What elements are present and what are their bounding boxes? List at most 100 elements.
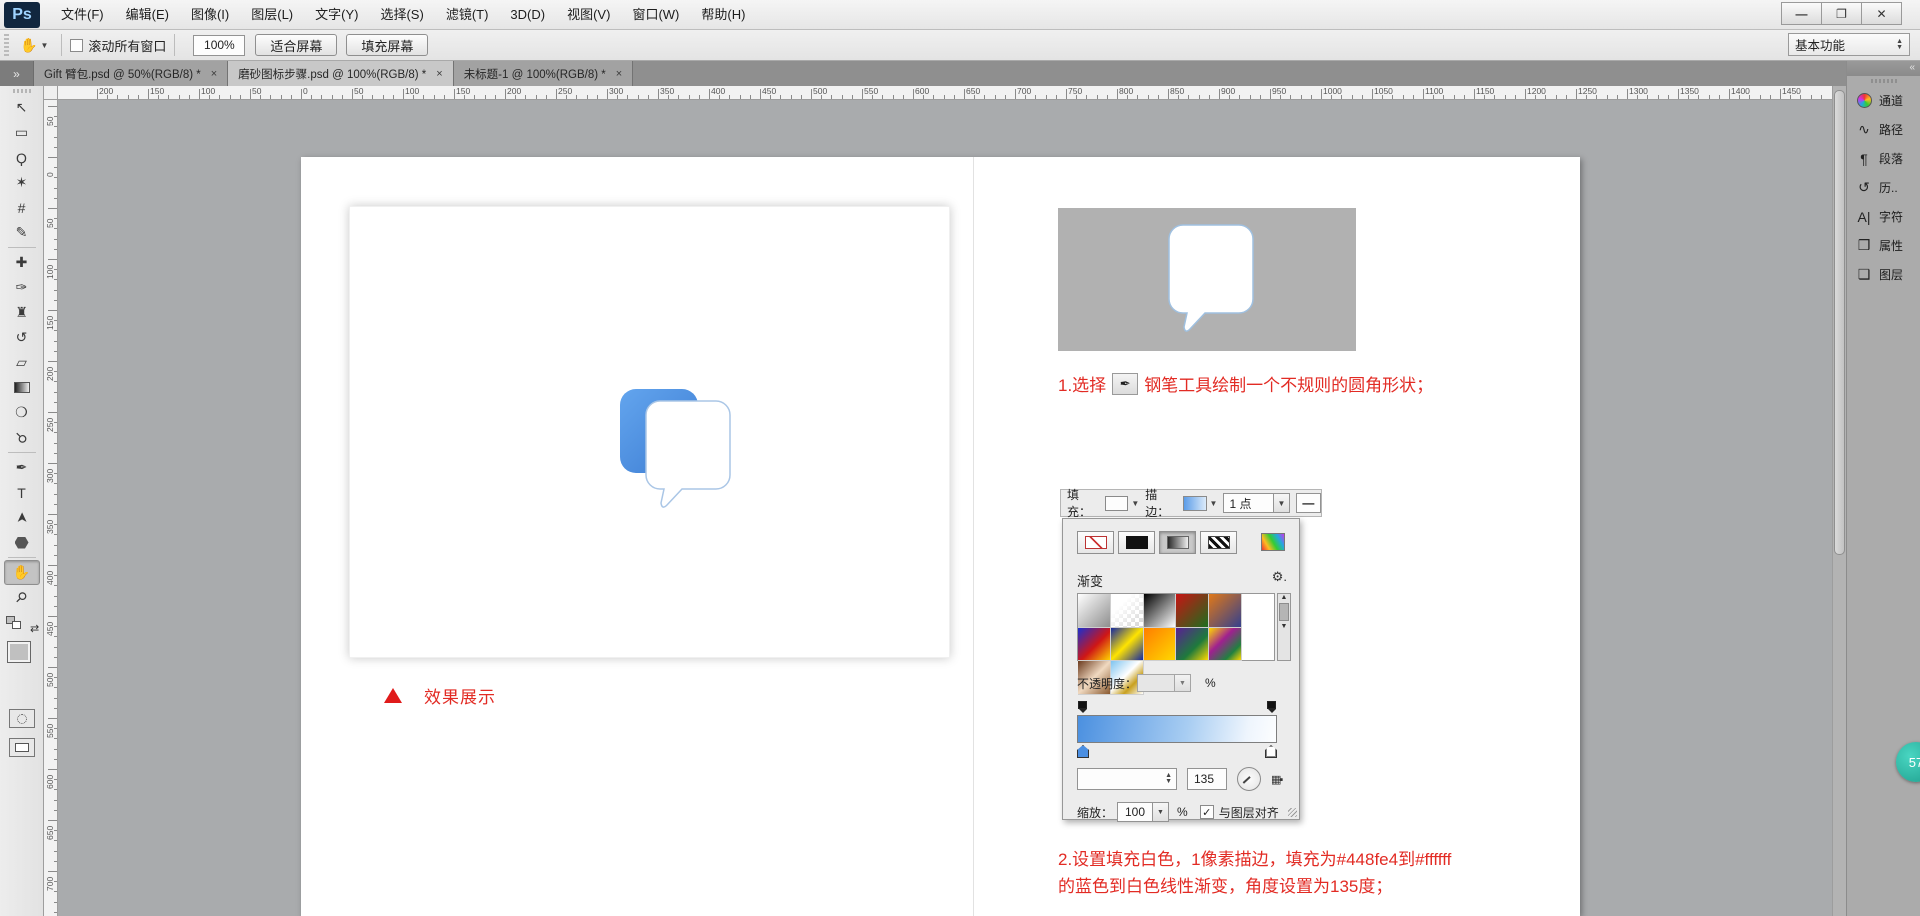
menu-i[interactable]: 图像(I) [180, 0, 240, 29]
type-tool[interactable]: T [4, 480, 40, 505]
swap-colors-icon[interactable]: ⇄ [30, 622, 39, 635]
dock-panel-paths[interactable]: ∿路径 [1847, 115, 1920, 144]
gradient-swatch-orange-yellow[interactable] [1144, 628, 1177, 662]
panel-resize-grip[interactable] [1288, 808, 1297, 817]
menu-t[interactable]: 滤镜(T) [435, 0, 500, 29]
path-selection-tool[interactable]: ➤ [4, 505, 40, 530]
scrollbar-thumb[interactable] [1834, 90, 1845, 555]
toolbar-drag-handle[interactable] [13, 89, 31, 93]
gradient-swatch-orange-blue[interactable] [1209, 594, 1242, 628]
dock-panel-character[interactable]: A|字符 [1847, 202, 1920, 231]
dock-panel-history[interactable]: ↺历.. [1847, 173, 1920, 202]
swatch-scrollbar[interactable]: ▲▼ [1277, 593, 1291, 661]
rectangular-marquee-tool[interactable]: ▭ [4, 120, 40, 145]
fill-color-swatch[interactable] [1105, 496, 1128, 511]
dock-panel-paragraph[interactable]: ¶段落 [1847, 144, 1920, 173]
gradient-fill-button[interactable] [1159, 531, 1196, 554]
dock-drag-handle[interactable] [1871, 79, 1897, 83]
dock-collapse-button[interactable]: « [1847, 61, 1920, 76]
angle-input[interactable]: 135 [1187, 768, 1227, 790]
fit-screen-button[interactable]: 适合屏幕 [255, 34, 337, 56]
history-brush-tool[interactable]: ↺ [4, 325, 40, 350]
document-tab[interactable]: Gift 臂包.psd @ 50%(RGB/8) *× [34, 61, 228, 86]
stroke-width-dropdown[interactable]: ▼ [1274, 493, 1290, 513]
stroke-width-field[interactable]: 1 点 [1223, 493, 1274, 513]
horizontal-ruler[interactable]: 2001501005005010015020025030035040045050… [58, 86, 1832, 100]
menu-dd[interactable]: 3D(D) [499, 0, 556, 29]
zoom-level-field[interactable]: 100% [193, 35, 245, 56]
eyedropper-tool[interactable]: ✎ [4, 220, 40, 245]
color-stop-white[interactable] [1265, 745, 1277, 759]
crop-tool[interactable]: # [4, 195, 40, 220]
brush-tool[interactable]: ✑ [4, 275, 40, 300]
document-page[interactable]: 效果展示 1.选择 ✒ 钢笔工具绘制一个不规则的圆角形状； 填充： ▼ 描边： … [301, 157, 1580, 916]
stroke-type-button[interactable]: — [1296, 493, 1321, 513]
tab-close-icon[interactable]: × [211, 68, 217, 80]
clone-stamp-tool[interactable]: ♜ [4, 300, 40, 325]
gradient-swatch-blue-red-yellow[interactable] [1078, 628, 1111, 662]
menu-v[interactable]: 视图(V) [556, 0, 621, 29]
menu-e[interactable]: 编辑(E) [115, 0, 180, 29]
foreground-color-swatch[interactable] [7, 641, 31, 663]
pen-tool[interactable]: ✒ [4, 455, 40, 480]
dock-panel-properties[interactable]: ❒属性 [1847, 231, 1920, 260]
document-tab[interactable]: 未标题-1 @ 100%(RGB/8) *× [454, 61, 633, 86]
dock-panel-layers[interactable]: ❏图层 [1847, 260, 1920, 289]
tab-overflow-chevron[interactable]: » [0, 61, 34, 86]
dock-panel-channels[interactable]: 通道 [1847, 86, 1920, 115]
canvas-area[interactable]: 效果展示 1.选择 ✒ 钢笔工具绘制一个不规则的圆角形状； 填充： ▼ 描边： … [58, 100, 1832, 916]
menu-w[interactable]: 窗口(W) [621, 0, 690, 29]
stroke-color-swatch[interactable] [1183, 496, 1206, 511]
zoom-tool[interactable]: ⚲ [4, 585, 40, 610]
screen-mode-button[interactable] [9, 738, 35, 757]
gradient-swatch-fg-to-bg[interactable] [1078, 594, 1111, 628]
quick-mask-button[interactable] [9, 709, 35, 728]
scroll-thumb[interactable] [1279, 603, 1289, 621]
options-drag-handle[interactable] [4, 34, 9, 56]
color-stop-blue[interactable] [1077, 745, 1089, 759]
maximize-button[interactable]: ❐ [1821, 2, 1862, 25]
document-tab[interactable]: 磨砂图标步骤.psd @ 100%(RGB/8) *× [228, 61, 454, 86]
hand-tool[interactable]: ✋ [4, 560, 40, 585]
solid-color-button[interactable] [1118, 531, 1155, 554]
shape-tool[interactable] [4, 530, 40, 555]
gear-icon[interactable]: ⚙. [1272, 569, 1287, 585]
close-button[interactable]: ✕ [1861, 2, 1902, 25]
move-tool[interactable]: ↖ [4, 95, 40, 120]
gradient-swatch-yellow-violet-green[interactable] [1209, 628, 1242, 662]
minimize-button[interactable]: — [1781, 2, 1822, 25]
spot-healing-brush-tool[interactable]: ✚ [4, 250, 40, 275]
reverse-stops-icon[interactable]: ▦▪ [1271, 773, 1281, 786]
angle-dial[interactable] [1237, 767, 1261, 791]
fill-screen-button[interactable]: 填充屏幕 [346, 34, 428, 56]
eraser-tool[interactable]: ▱ [4, 350, 40, 375]
gradient-preview-bar[interactable] [1077, 715, 1277, 743]
no-color-button[interactable] [1077, 531, 1114, 554]
color-picker-button[interactable] [1261, 533, 1285, 551]
menu-l[interactable]: 图层(L) [240, 0, 304, 29]
opacity-stop-left[interactable] [1077, 701, 1088, 714]
gradient-swatch-fg-to-transparent[interactable] [1111, 594, 1144, 628]
tool-preset-picker[interactable]: ✋ ▼ [15, 35, 53, 56]
align-with-layer-checkbox[interactable]: ✓ [1200, 805, 1214, 819]
scale-input[interactable]: 100 [1117, 802, 1153, 822]
vertical-ruler[interactable]: 5005010015020025030035040045050055060065… [44, 100, 58, 916]
gradient-tool[interactable] [4, 375, 40, 400]
tab-close-icon[interactable]: × [436, 68, 442, 80]
blur-tool[interactable]: ❍ [4, 400, 40, 425]
menu-s[interactable]: 选择(S) [369, 0, 434, 29]
gradient-swatch-blue-yellow-blue[interactable] [1111, 628, 1144, 662]
opacity-input[interactable] [1137, 674, 1175, 692]
gradient-type-dropdown[interactable]: ▲▼ [1077, 768, 1177, 790]
menu-y[interactable]: 文字(Y) [304, 0, 369, 29]
default-colors-icon[interactable] [6, 616, 26, 632]
menu-f[interactable]: 文件(F) [50, 0, 115, 29]
gradient-swatch-violet-green-yellow[interactable] [1176, 628, 1209, 662]
vertical-scrollbar[interactable] [1832, 86, 1846, 916]
quick-selection-tool[interactable]: ✶ [4, 170, 40, 195]
gradient-swatch-red-green[interactable] [1176, 594, 1209, 628]
pattern-fill-button[interactable] [1200, 531, 1237, 554]
workspace-selector[interactable]: 基本功能 ▲▼ [1788, 33, 1910, 56]
scale-dropdown[interactable]: ▼ [1153, 802, 1169, 822]
opacity-dropdown[interactable]: ▼ [1175, 674, 1191, 692]
